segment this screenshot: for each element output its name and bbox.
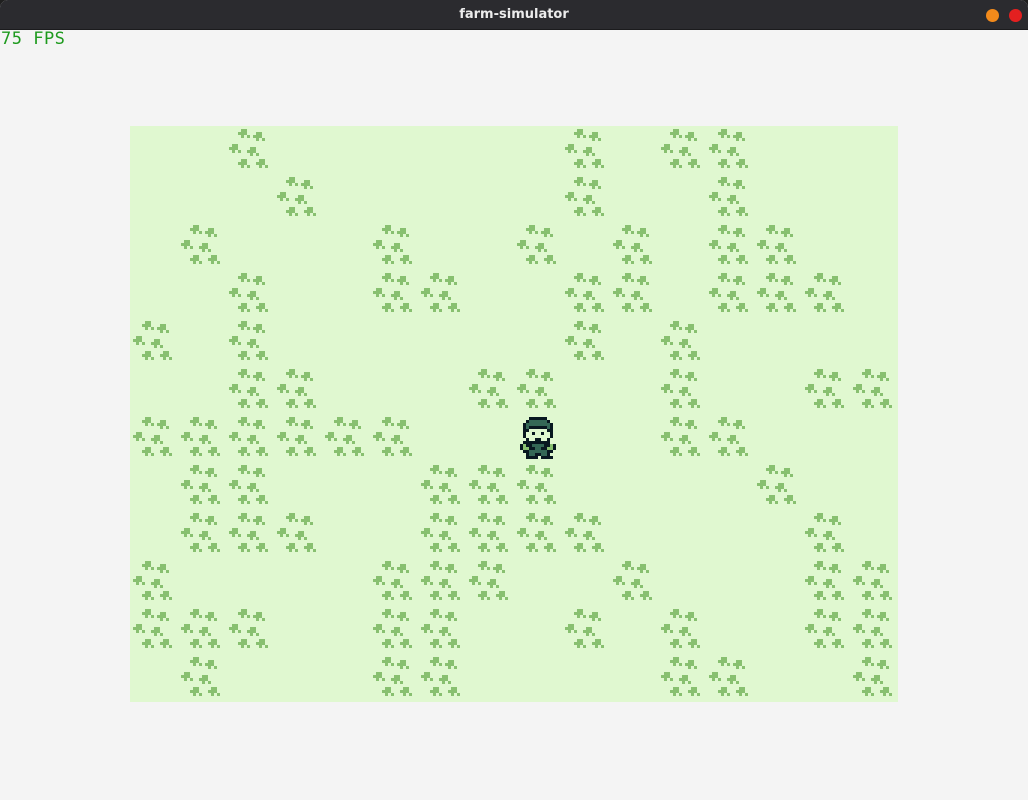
grass-tuft: [517, 225, 556, 264]
grass-tuft: [181, 417, 220, 456]
grass-tuft: [373, 273, 412, 312]
grass-tuft: [421, 609, 460, 648]
grass-tuft: [853, 657, 892, 696]
grass-tuft: [469, 465, 508, 504]
grass-tuft: [277, 369, 316, 408]
grass-tuft: [229, 369, 268, 408]
grass-tuft: [133, 321, 172, 360]
grass-tuft: [853, 561, 892, 600]
farmer-sprite: [520, 417, 556, 459]
grass-tuft: [133, 417, 172, 456]
grass-tuft: [469, 513, 508, 552]
grass-tuft: [181, 225, 220, 264]
grass-tuft: [325, 417, 364, 456]
window-title: farm-simulator: [459, 7, 569, 22]
grass-tuft: [229, 273, 268, 312]
grass-tuft: [517, 513, 556, 552]
game-canvas[interactable]: [130, 126, 898, 702]
grass-tuft: [805, 609, 844, 648]
grass-tuft: [421, 513, 460, 552]
grass-tuft: [229, 129, 268, 168]
grass-tuft: [709, 273, 748, 312]
title-bar[interactable]: farm-simulator: [0, 0, 1028, 30]
grass-tuft: [709, 177, 748, 216]
grass-tuft: [517, 465, 556, 504]
grass-tuft: [661, 417, 700, 456]
grass-tuft: [373, 609, 412, 648]
grass-tuft: [469, 561, 508, 600]
grass-tuft: [757, 273, 796, 312]
grass-tuft: [757, 225, 796, 264]
grass-tuft: [133, 609, 172, 648]
grass-tuft: [181, 465, 220, 504]
grass-tuft: [229, 321, 268, 360]
grass-tuft: [613, 225, 652, 264]
grass-tuft: [709, 225, 748, 264]
grass-tuft: [181, 513, 220, 552]
grass-tuft: [565, 273, 604, 312]
grass-tuft: [277, 177, 316, 216]
grass-tuft: [277, 513, 316, 552]
grass-tuft: [229, 513, 268, 552]
grass-tuft: [661, 657, 700, 696]
grass-tuft: [565, 513, 604, 552]
grass-tuft: [229, 465, 268, 504]
grass-tuft: [805, 513, 844, 552]
grass-tuft: [565, 129, 604, 168]
grass-tuft: [229, 609, 268, 648]
grass-tuft: [613, 561, 652, 600]
grass-tuft: [709, 129, 748, 168]
minimize-button[interactable]: [986, 9, 999, 22]
grass-tuft: [181, 657, 220, 696]
grass-tuft: [805, 561, 844, 600]
grass-tuft: [853, 609, 892, 648]
grass-tuft: [517, 369, 556, 408]
grass-tuft: [757, 465, 796, 504]
app-window: farm-simulator 75 FPS: [0, 0, 1028, 800]
grass-tuft: [373, 417, 412, 456]
grass-tuft: [373, 225, 412, 264]
grass-tuft: [373, 561, 412, 600]
grass-tuft: [709, 417, 748, 456]
close-button[interactable]: [1009, 9, 1022, 22]
grass-tuft: [661, 129, 700, 168]
grass-tuft: [133, 561, 172, 600]
grass-tuft: [709, 657, 748, 696]
fps-counter: 75 FPS: [1, 29, 66, 49]
grass-tuft: [805, 369, 844, 408]
grass-tuft: [661, 369, 700, 408]
grass-tuft: [181, 609, 220, 648]
grass-tuft: [853, 369, 892, 408]
grass-tuft: [661, 321, 700, 360]
grass-tuft: [373, 657, 412, 696]
grass-tuft: [565, 177, 604, 216]
grass-tuft: [229, 417, 268, 456]
grass-tuft: [661, 609, 700, 648]
grass-tuft: [421, 657, 460, 696]
grass-tuft: [277, 417, 316, 456]
grass-tuft: [613, 273, 652, 312]
grass-tuft: [565, 321, 604, 360]
grass-tuft: [469, 369, 508, 408]
grass-tuft: [805, 273, 844, 312]
grass-tuft: [421, 561, 460, 600]
grass-tuft: [421, 465, 460, 504]
grass-tuft: [565, 609, 604, 648]
grass-tuft: [421, 273, 460, 312]
